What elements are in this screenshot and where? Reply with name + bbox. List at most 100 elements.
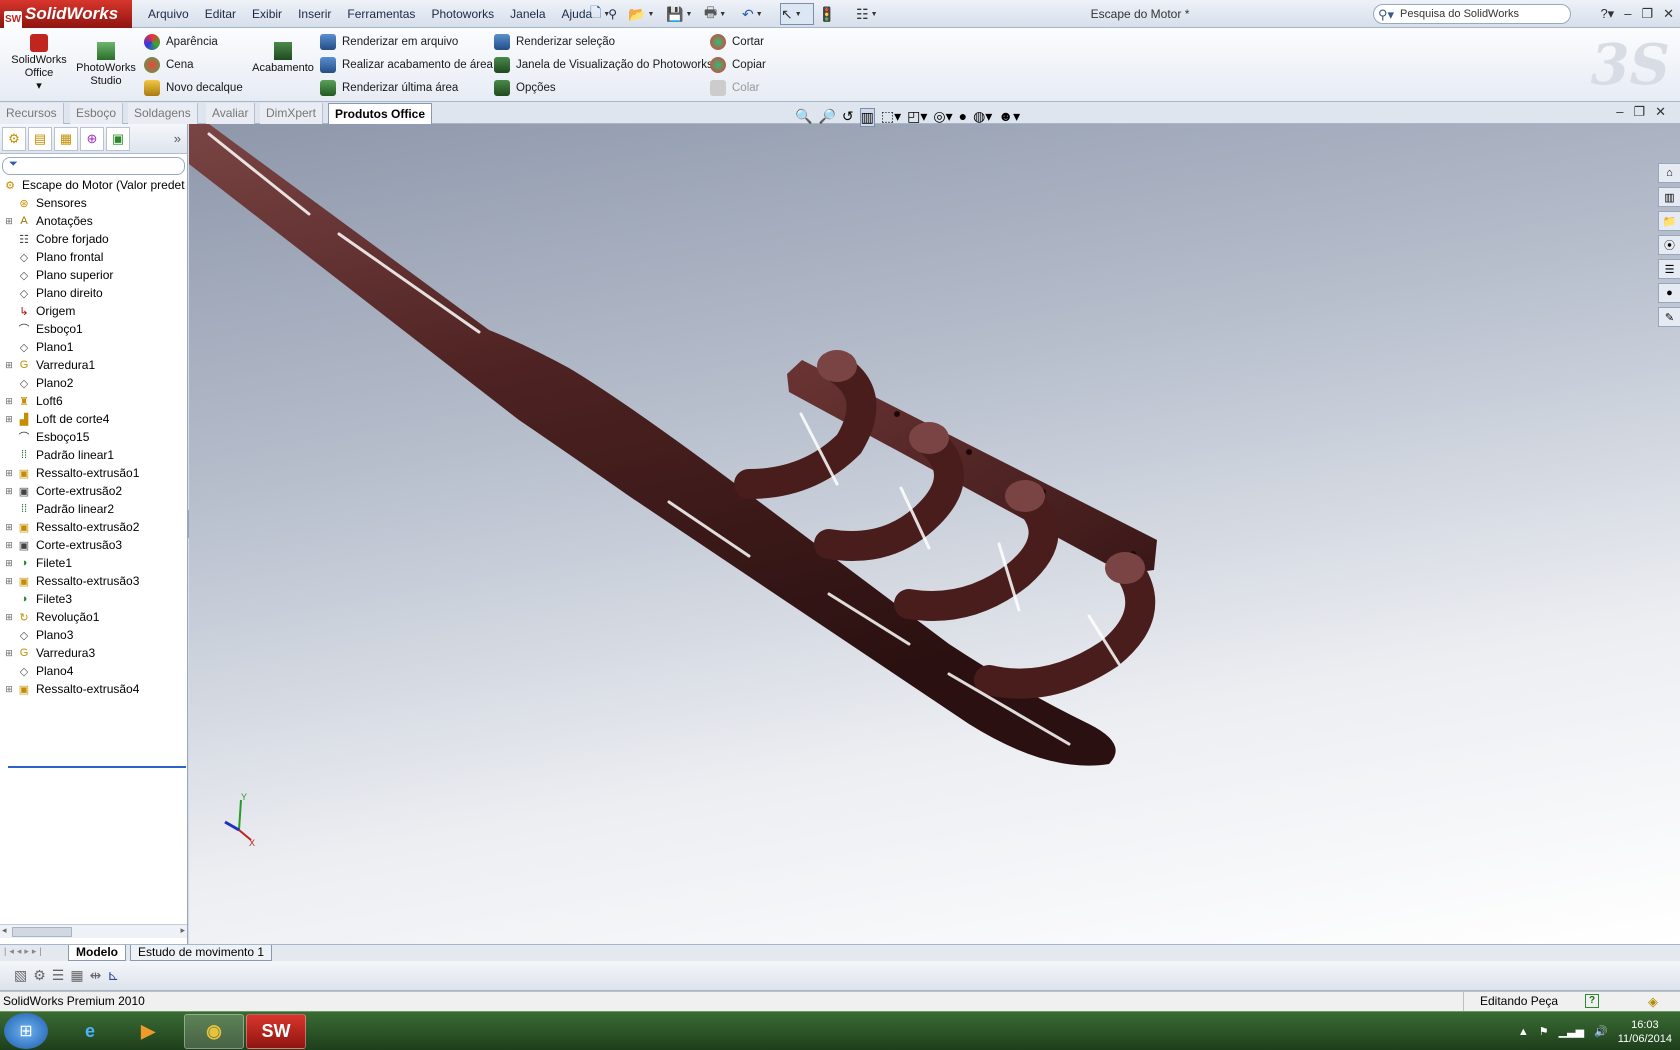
expand-plus-icon[interactable]: ⊞ bbox=[4, 414, 14, 425]
renderizar-selecao-button[interactable]: Renderizar seleção bbox=[494, 32, 615, 52]
section-view-icon[interactable]: ▥ bbox=[859, 108, 875, 127]
tab-recursos[interactable]: Recursos bbox=[0, 103, 64, 124]
save-icon[interactable]: 💾 ▼ bbox=[666, 3, 700, 25]
display-manager-icon[interactable]: ▣ bbox=[106, 126, 130, 151]
new-document-icon[interactable]: 🗋 ▼ bbox=[590, 3, 624, 25]
design-library-icon[interactable]: ▥ bbox=[1658, 187, 1680, 207]
zoom-to-fit-icon[interactable]: 🔍 bbox=[795, 108, 812, 127]
properties-icon[interactable]: ⚙ bbox=[33, 967, 46, 984]
viewport-close-icon[interactable]: ✕ bbox=[1655, 104, 1666, 120]
menu-exibir[interactable]: Exibir bbox=[244, 0, 290, 28]
colar-button[interactable]: Colar bbox=[710, 78, 759, 98]
expand-plus-icon[interactable]: ⊞ bbox=[4, 612, 14, 623]
tree-item[interactable]: ◇ Plano direito bbox=[0, 284, 187, 302]
tab-modelo[interactable]: Modelo bbox=[68, 945, 126, 961]
tree-item[interactable]: ◇ Plano2 bbox=[0, 374, 187, 392]
close-icon[interactable]: ✕ bbox=[1663, 0, 1674, 28]
novo-decalque-button[interactable]: Novo decalque bbox=[144, 78, 243, 98]
restore-icon[interactable]: ❐ bbox=[1641, 0, 1653, 28]
start-button-icon[interactable]: ⊞ bbox=[4, 1013, 48, 1049]
tree-root-part[interactable]: ⚙ Escape do Motor (Valor predet bbox=[0, 176, 187, 194]
custom-properties-icon[interactable]: ✎ bbox=[1658, 307, 1680, 327]
file-explorer-icon[interactable]: 📁 bbox=[1658, 211, 1680, 231]
tree-item[interactable]: ⊞ ▣ Ressalto-extrusão4 bbox=[0, 680, 187, 698]
home-icon[interactable]: ⌂ bbox=[1658, 163, 1680, 183]
janela-visualizacao-button[interactable]: Janela de Visualização do Photoworks bbox=[494, 55, 713, 75]
tree-item[interactable]: ◇ Plano superior bbox=[0, 266, 187, 284]
expand-plus-icon[interactable]: ⊞ bbox=[4, 558, 14, 569]
rollback-bar[interactable] bbox=[8, 766, 186, 768]
menu-inserir[interactable]: Inserir bbox=[290, 0, 339, 28]
expand-plus-icon[interactable]: ⊞ bbox=[4, 486, 14, 497]
axis-icon[interactable]: ⊾ bbox=[107, 967, 119, 984]
zoom-to-area-icon[interactable]: 🔎 bbox=[818, 108, 835, 127]
tree-item[interactable]: ⊞ ♜ Loft6 bbox=[0, 392, 187, 410]
renderizar-em-arquivo-button[interactable]: Renderizar em arquivo bbox=[320, 32, 458, 52]
tab-soldagens[interactable]: Soldagens bbox=[128, 103, 198, 124]
tree-item[interactable]: ⁞⁞ Padrão linear1 bbox=[0, 446, 187, 464]
layer-icon[interactable]: ▧ bbox=[14, 967, 27, 984]
menu-arquivo[interactable]: Arquivo bbox=[140, 0, 197, 28]
undo-icon[interactable]: ↶ ▼ bbox=[742, 3, 776, 25]
graphics-area[interactable]: Y X bbox=[189, 124, 1680, 944]
aparencia-button[interactable]: Aparência bbox=[144, 32, 218, 52]
tab-avaliar[interactable]: Avaliar bbox=[206, 103, 256, 124]
tree-item[interactable]: ⊞ ▣ Ressalto-extrusão3 bbox=[0, 572, 187, 590]
volume-icon[interactable]: 🔊 bbox=[1594, 1025, 1608, 1038]
solidworks-taskbar-icon[interactable]: SW bbox=[246, 1014, 306, 1049]
internet-explorer-icon[interactable]: e bbox=[60, 1014, 120, 1049]
realizar-acabamento-area-button[interactable]: Realizar acabamento de área bbox=[320, 55, 493, 75]
open-folder-icon[interactable]: 📂 ▼ bbox=[628, 3, 662, 25]
view-orientation-icon[interactable]: ⬚▾ bbox=[881, 108, 901, 127]
renderizar-ultima-area-button[interactable]: Renderizar última área bbox=[320, 78, 458, 98]
view-settings-icon[interactable]: ☻▾ bbox=[998, 108, 1020, 127]
tree-item[interactable]: ⌒ Esboço15 bbox=[0, 428, 187, 446]
expand-plus-icon[interactable]: ⊞ bbox=[4, 468, 14, 479]
cena-button[interactable]: Cena bbox=[144, 55, 194, 75]
viewport-minimize-icon[interactable]: – bbox=[1616, 104, 1623, 120]
feature-tree-icon[interactable]: ⚙ bbox=[2, 126, 26, 151]
hide-show-items-icon[interactable]: ◎▾ bbox=[933, 108, 952, 127]
expand-plus-icon[interactable]: ⊞ bbox=[4, 540, 14, 551]
expand-plus-icon[interactable]: ⊞ bbox=[4, 522, 14, 533]
tab-dimxpert[interactable]: DimXpert bbox=[260, 103, 324, 124]
scroll-thumb[interactable] bbox=[12, 927, 72, 937]
display-style-icon[interactable]: ◰▾ bbox=[907, 108, 927, 127]
tree-item[interactable]: ⊛ Sensores bbox=[0, 194, 187, 212]
tree-horizontal-scrollbar[interactable]: ◂ ▸ bbox=[0, 924, 187, 938]
tree-item[interactable]: ◇ Plano3 bbox=[0, 626, 187, 644]
menu-editar[interactable]: Editar bbox=[197, 0, 244, 28]
property-manager-icon[interactable]: ▤ bbox=[28, 126, 52, 151]
tree-item[interactable]: ⊞ A Anotações bbox=[0, 212, 187, 230]
solidworks-office-button[interactable]: SolidWorks Office ▾ bbox=[8, 34, 70, 93]
help-icon[interactable]: ?▾ bbox=[1600, 0, 1614, 28]
chrome-icon[interactable]: ◉ bbox=[184, 1014, 244, 1049]
edit-appearance-icon[interactable]: ● bbox=[959, 108, 967, 127]
print-icon[interactable]: 🖶 ▼ bbox=[704, 3, 738, 25]
acabamento-button[interactable]: Acabamento bbox=[250, 42, 316, 75]
tree-item[interactable]: ⌒ Esboço1 bbox=[0, 320, 187, 338]
grid-icon[interactable]: ▦ bbox=[70, 967, 83, 984]
expand-plus-icon[interactable]: ⊞ bbox=[4, 360, 14, 371]
expand-plus-icon[interactable]: ⊞ bbox=[4, 576, 14, 587]
tree-item[interactable]: ⊞ ▣ Corte-extrusão2 bbox=[0, 482, 187, 500]
dimension-icon[interactable]: ⇹ bbox=[90, 967, 102, 984]
cortar-button[interactable]: Cortar bbox=[710, 32, 764, 52]
viewport-restore-icon[interactable]: ❐ bbox=[1633, 104, 1645, 120]
line-format-icon[interactable]: ☰ bbox=[52, 967, 65, 984]
scroll-left-icon[interactable]: ◂ bbox=[2, 925, 7, 936]
rebuild-icon[interactable]: 🚦 bbox=[818, 3, 852, 25]
previous-view-icon[interactable]: ↺ bbox=[842, 108, 854, 127]
tree-item[interactable]: ⊞ ↻ Revolução1 bbox=[0, 608, 187, 626]
media-player-icon[interactable]: ▶ bbox=[118, 1014, 178, 1049]
tree-item[interactable]: ◑ Filete3 bbox=[0, 590, 187, 608]
tree-item[interactable]: ⊞ ▟ Loft de corte4 bbox=[0, 410, 187, 428]
tree-item[interactable]: ⊞ ▣ Ressalto-extrusão1 bbox=[0, 464, 187, 482]
dimxpert-manager-icon[interactable]: ⊕ bbox=[80, 126, 104, 151]
tag-icon[interactable]: ◈ bbox=[1648, 992, 1658, 1011]
appearances-icon[interactable]: ● bbox=[1658, 283, 1680, 303]
tab-produtos-office[interactable]: Produtos Office bbox=[328, 103, 433, 124]
tree-item[interactable]: ◇ Plano1 bbox=[0, 338, 187, 356]
menu-janela[interactable]: Janela bbox=[502, 0, 553, 28]
solidworks-logo[interactable]: SW SolidWorks bbox=[0, 0, 132, 29]
